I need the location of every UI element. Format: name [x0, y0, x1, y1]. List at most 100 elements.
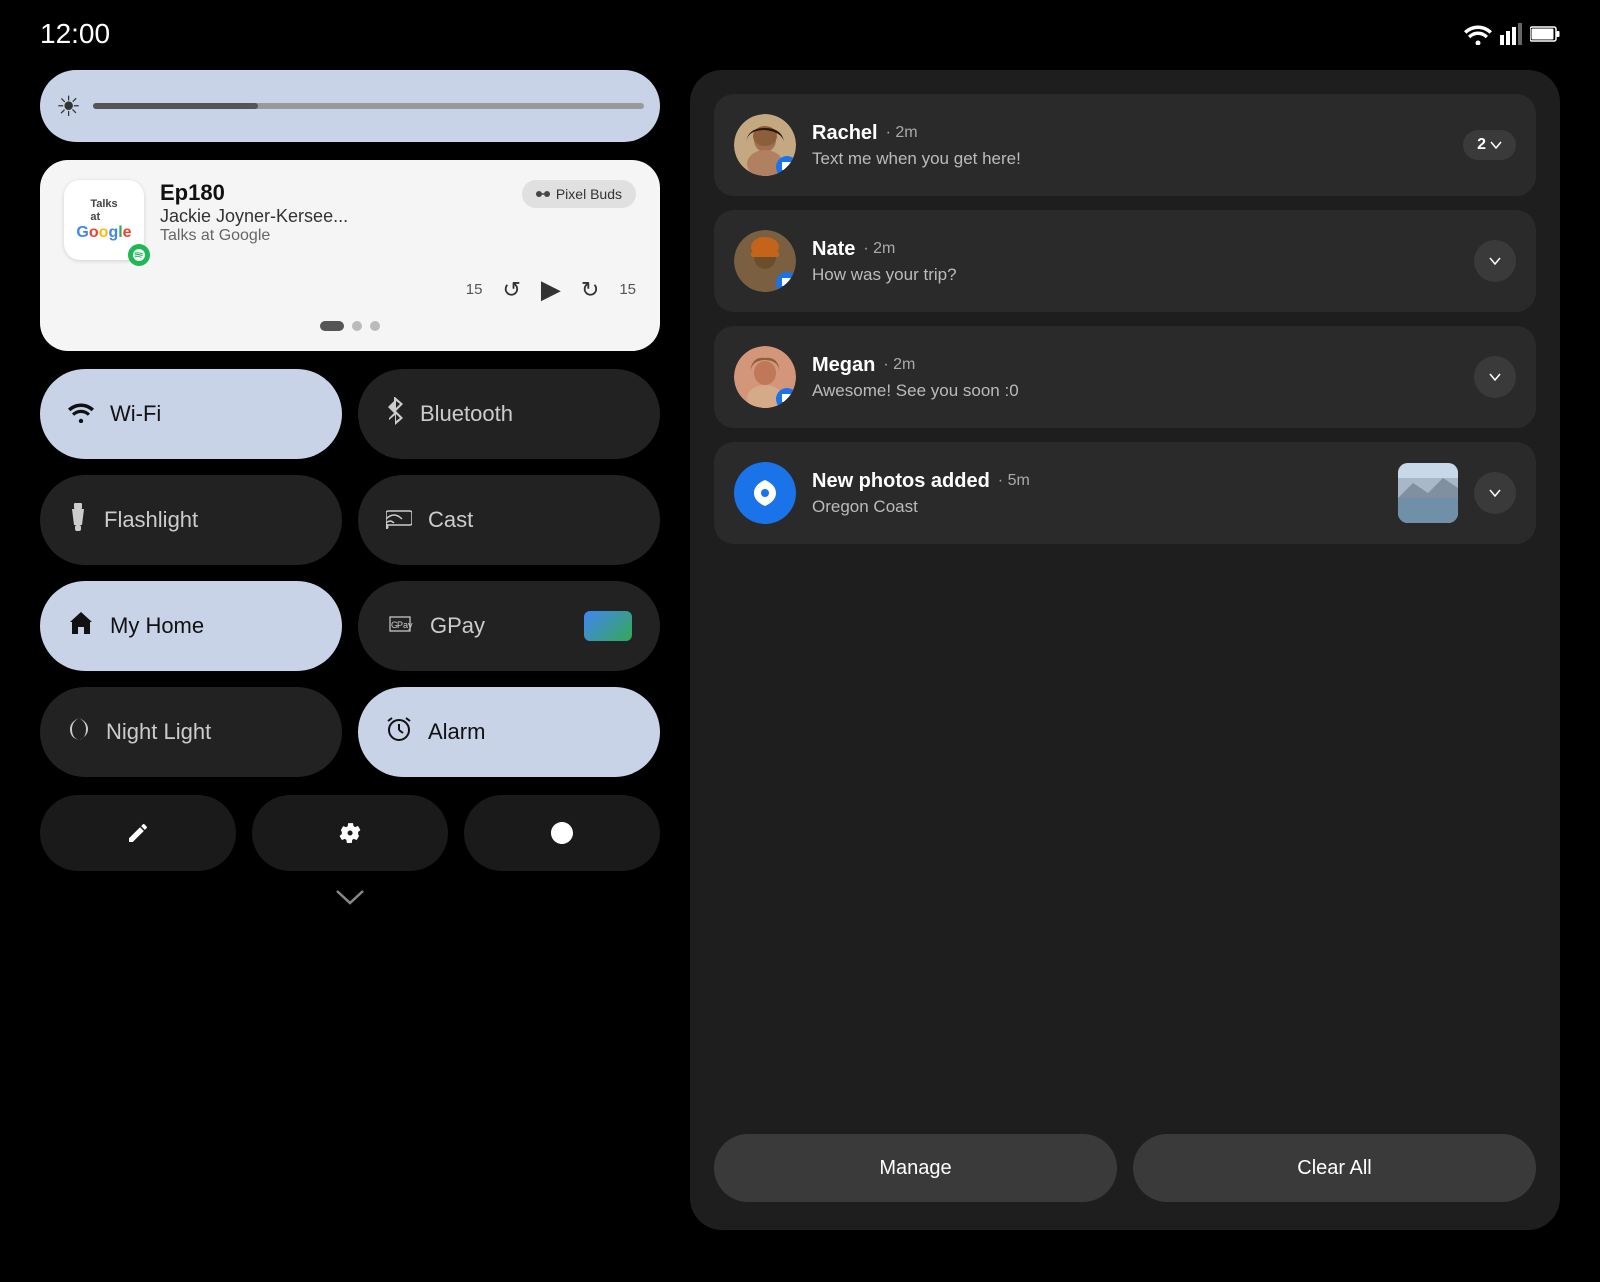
power-icon: [549, 820, 575, 846]
media-app-icon: Talksat Google: [64, 180, 144, 260]
notif-content-photos: New photos added · 5m Oregon Coast: [812, 470, 1382, 517]
edit-icon: [126, 821, 150, 845]
cast-toggle[interactable]: Cast: [358, 475, 660, 565]
notif-header-nate: Nate · 2m: [812, 238, 1458, 261]
wifi-toggle[interactable]: Wi-Fi: [40, 369, 342, 459]
notif-content-nate: Nate · 2m How was your trip?: [812, 238, 1458, 285]
bluetooth-label: Bluetooth: [420, 401, 513, 427]
pixel-buds-label: Pixel Buds: [556, 186, 622, 202]
wifi-status-icon: [1464, 23, 1492, 45]
notif-name-rachel: Rachel: [812, 122, 878, 145]
status-time: 12:00: [40, 18, 110, 50]
notif-time-photos: · 5m: [998, 472, 1030, 490]
flashlight-toggle[interactable]: Flashlight: [40, 475, 342, 565]
avatar-nate: [734, 230, 796, 292]
alarm-label: Alarm: [428, 719, 485, 745]
settings-button[interactable]: [252, 795, 448, 871]
quick-settings-panel: ☀ Talksat Google: [40, 70, 660, 1262]
main-layout: ☀ Talksat Google: [0, 60, 1600, 1272]
dot-3: [370, 321, 380, 331]
gpay-card: [584, 611, 632, 641]
play-button[interactable]: ▶: [541, 274, 561, 305]
notif-name-megan: Megan: [812, 354, 875, 377]
alarm-toggle[interactable]: Alarm: [358, 687, 660, 777]
photos-icon: [748, 476, 782, 510]
cast-icon: [386, 505, 412, 536]
notif-message-nate: How was your trip?: [812, 265, 1458, 285]
media-episode: Ep180: [160, 180, 506, 206]
media-top: Talksat Google Ep180 Jackie Joyner-Kerse…: [64, 180, 636, 260]
flashlight-label: Flashlight: [104, 507, 198, 533]
dot-1: [320, 321, 344, 331]
manage-button[interactable]: Manage: [714, 1134, 1117, 1202]
notification-photos[interactable]: New photos added · 5m Oregon Coast: [714, 442, 1536, 544]
notification-actions: Manage Clear All: [714, 1124, 1536, 1202]
media-info: Ep180 Jackie Joyner-Kersee... Talks at G…: [160, 180, 506, 245]
notif-content-megan: Megan · 2m Awesome! See you soon :0: [812, 354, 1458, 401]
notification-rachel[interactable]: Rachel · 2m Text me when you get here! 2: [714, 94, 1536, 196]
photo-thumbnail: [1398, 463, 1458, 523]
bluetooth-toggle[interactable]: Bluetooth: [358, 369, 660, 459]
clear-all-button[interactable]: Clear All: [1133, 1134, 1536, 1202]
gpay-toggle[interactable]: G Pay GPay: [358, 581, 660, 671]
status-bar: 12:00: [0, 0, 1600, 60]
forward-button[interactable]: ↻: [581, 277, 599, 303]
signal-icon: [1500, 23, 1522, 45]
spotify-badge: [128, 244, 150, 266]
edit-button[interactable]: [40, 795, 236, 871]
chevron-nate: [1489, 257, 1501, 265]
status-icons: [1464, 23, 1560, 45]
brightness-slider[interactable]: ☀: [40, 70, 660, 142]
alarm-icon: [386, 715, 412, 750]
rewind-button[interactable]: ↺: [502, 277, 520, 303]
google-logo: Google: [76, 224, 131, 242]
chevron-photos: [1489, 489, 1501, 497]
notification-megan[interactable]: Megan · 2m Awesome! See you soon :0: [714, 326, 1536, 428]
dot-2: [352, 321, 362, 331]
app-name-1: Talksat: [90, 198, 117, 224]
notif-count-rachel[interactable]: 2: [1463, 130, 1516, 160]
rewind-label: 15: [466, 281, 483, 298]
brightness-track[interactable]: [93, 103, 644, 109]
moon-icon: [68, 716, 90, 749]
media-subtitle: Talks at Google: [160, 227, 506, 245]
expand-megan[interactable]: [1474, 356, 1516, 398]
myhome-toggle[interactable]: My Home: [40, 581, 342, 671]
expand-photos[interactable]: [1474, 472, 1516, 514]
action-buttons: [40, 795, 660, 871]
power-button[interactable]: [464, 795, 660, 871]
media-title: Jackie Joyner-Kersee...: [160, 206, 506, 227]
gpay-label: GPay: [430, 613, 485, 639]
notif-message-photos: Oregon Coast: [812, 497, 1382, 517]
forward-label: 15: [619, 281, 636, 298]
chevron-down-icon: [335, 889, 365, 905]
notif-message-megan: Awesome! See you soon :0: [812, 381, 1458, 401]
message-badge-megan: [776, 388, 796, 408]
settings-icon: [337, 820, 363, 846]
toggles-grid: Wi-Fi Bluetooth: [40, 369, 660, 777]
flashlight-icon: [68, 503, 88, 538]
nightlight-toggle[interactable]: Night Light: [40, 687, 342, 777]
avatar-megan: [734, 346, 796, 408]
chevron-down[interactable]: [40, 889, 660, 905]
home-icon: [68, 610, 94, 643]
pixel-buds-badge: Pixel Buds: [522, 180, 636, 208]
oregon-coast-thumb: [1398, 463, 1458, 523]
notif-time-nate: · 2m: [863, 240, 895, 258]
notif-content-rachel: Rachel · 2m Text me when you get here!: [812, 122, 1447, 169]
expand-nate[interactable]: [1474, 240, 1516, 282]
notif-header-megan: Megan · 2m: [812, 354, 1458, 377]
chevron-megan: [1489, 373, 1501, 381]
message-badge-rachel: [776, 156, 796, 176]
notif-time-megan: · 2m: [883, 356, 915, 374]
notif-header-rachel: Rachel · 2m: [812, 122, 1447, 145]
notif-message-rachel: Text me when you get here!: [812, 149, 1447, 169]
notification-nate[interactable]: Nate · 2m How was your trip?: [714, 210, 1536, 312]
notif-name-photos: New photos added: [812, 470, 990, 493]
wifi-icon: [68, 399, 94, 430]
message-badge-nate: [776, 272, 796, 292]
brightness-row: ☀: [40, 70, 660, 142]
notif-header-photos: New photos added · 5m: [812, 470, 1382, 493]
notifications-panel: Rachel · 2m Text me when you get here! 2: [690, 70, 1560, 1230]
notif-name-nate: Nate: [812, 238, 855, 261]
